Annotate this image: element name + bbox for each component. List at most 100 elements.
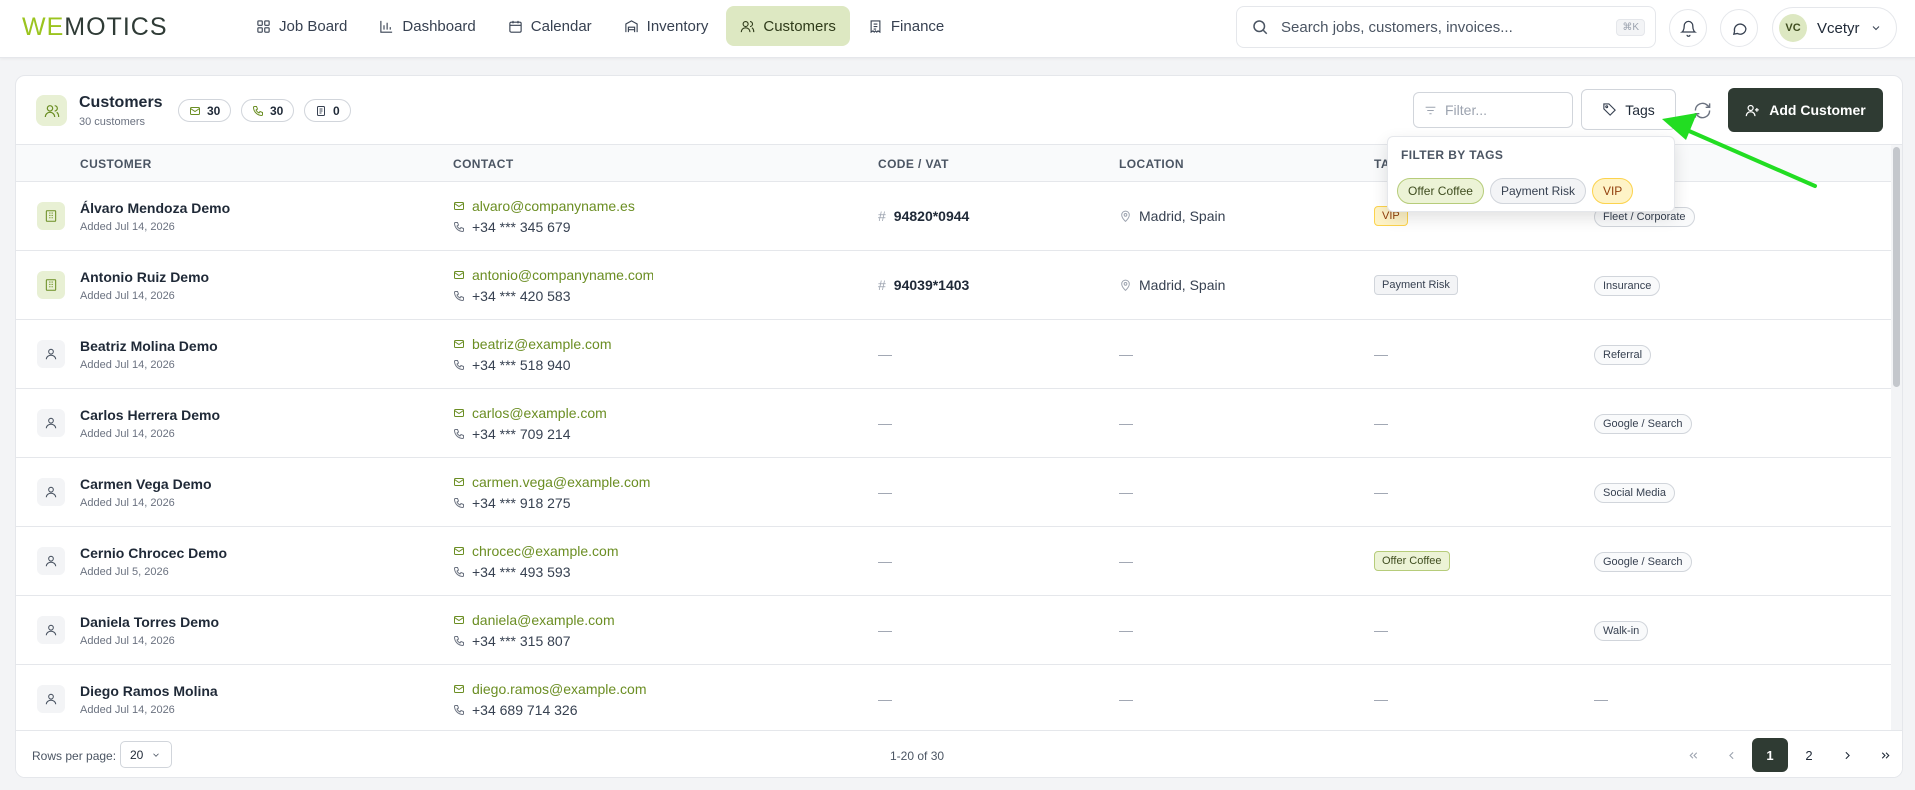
document-icon [317, 105, 325, 116]
previous-page-button[interactable] [1713, 738, 1749, 772]
customer-name[interactable]: Diego Ramos Molina [80, 683, 218, 699]
empty-code: — [878, 484, 892, 500]
customer-phone[interactable]: +34 689 714 326 [453, 702, 578, 718]
notifications-button[interactable] [1669, 9, 1707, 47]
customer-tag[interactable]: Offer Coffee [1374, 551, 1450, 571]
phone-icon [453, 567, 464, 578]
person-type-badge [37, 340, 65, 368]
customer-added-date: Added Jul 5, 2026 [80, 566, 169, 578]
nav-dashboard[interactable]: Dashboard [365, 6, 489, 46]
customer-name[interactable]: Antonio Ruiz Demo [80, 269, 209, 285]
table-row[interactable]: Carmen Vega Demo Added Jul 14, 2026 carmen… [16, 458, 1893, 527]
main-nav: Job Board Dashboard Calendar Inventory C… [242, 6, 958, 46]
search-input[interactable] [1281, 18, 1601, 36]
customer-tag[interactable]: Payment Risk [1374, 275, 1458, 295]
table-row[interactable]: Diego Ramos Molina Added Jul 14, 2026 dieg… [16, 665, 1893, 730]
customer-location: Madrid, Spain [1119, 277, 1225, 293]
global-search[interactable]: ⌘K [1236, 6, 1656, 48]
empty-location: — [1119, 415, 1133, 431]
nav-finance[interactable]: Finance [854, 6, 958, 46]
messages-button[interactable] [1720, 9, 1758, 47]
nav-job-board[interactable]: Job Board [242, 6, 361, 46]
customer-email[interactable]: chrocec@example.com [453, 543, 653, 559]
customer-email[interactable]: antonio@companyname.com [453, 267, 653, 283]
tag-option-vip[interactable]: VIP [1591, 178, 1634, 204]
filter-box[interactable] [1413, 92, 1573, 128]
customer-name[interactable]: Beatriz Molina Demo [80, 338, 218, 354]
tag-icon [1603, 103, 1617, 116]
avatar: VC [1779, 14, 1807, 42]
customer-email[interactable]: daniela@example.com [453, 612, 653, 628]
empty-location: — [1119, 346, 1133, 362]
customer-name[interactable]: Carlos Herrera Demo [80, 407, 220, 423]
phone-count-badge[interactable]: 30 [241, 99, 295, 122]
nav-calendar[interactable]: Calendar [494, 6, 606, 46]
customer-email[interactable]: diego.ramos@example.com [453, 681, 653, 697]
empty-location: — [1119, 691, 1133, 707]
mail-icon [190, 106, 200, 115]
bar-chart-icon [380, 20, 393, 33]
tags-filter-button[interactable]: Tags [1581, 89, 1676, 130]
first-page-button[interactable] [1675, 738, 1711, 772]
app-logo[interactable]: WEMOTICS [22, 13, 168, 42]
customer-phone[interactable]: +34 *** 518 940 [453, 357, 570, 373]
tag-option-payment-risk[interactable]: Payment Risk [1489, 178, 1586, 204]
column-header-customer[interactable]: CUSTOMER [80, 157, 152, 171]
user-menu[interactable]: VC Vcetyr [1772, 7, 1897, 49]
page-button-2[interactable]: 2 [1791, 738, 1827, 772]
user-icon [45, 555, 57, 567]
phone-icon [453, 636, 464, 647]
customer-phone[interactable]: +34 *** 918 275 [453, 495, 570, 511]
filter-input[interactable] [1445, 102, 1565, 118]
customer-phone[interactable]: +34 *** 345 679 [453, 219, 570, 235]
column-header-contact[interactable]: CONTACT [453, 157, 514, 171]
customer-email[interactable]: beatriz@example.com [453, 336, 653, 352]
customer-source: Google / Search [1594, 552, 1692, 572]
table-row[interactable]: Beatriz Molina Demo Added Jul 14, 2026 bea… [16, 320, 1893, 389]
person-type-badge [37, 478, 65, 506]
empty-location: — [1119, 484, 1133, 500]
column-header-location[interactable]: LOCATION [1119, 157, 1184, 171]
customer-added-date: Added Jul 14, 2026 [80, 635, 175, 647]
table-row[interactable]: Cernio Chrocec Demo Added Jul 5, 2026 chro… [16, 527, 1893, 596]
nav-inventory[interactable]: Inventory [610, 6, 723, 46]
company-type-badge [37, 271, 65, 299]
table-scrollbar[interactable] [1891, 145, 1902, 730]
customer-phone[interactable]: +34 *** 315 807 [453, 633, 570, 649]
customer-name[interactable]: Álvaro Mendoza Demo [80, 200, 230, 216]
table-row[interactable]: Carlos Herrera Demo Added Jul 14, 2026 car… [16, 389, 1893, 458]
refresh-button[interactable] [1690, 98, 1714, 122]
nav-customers[interactable]: Customers [726, 6, 850, 46]
email-count-badge[interactable]: 30 [178, 99, 232, 122]
customer-email[interactable]: carmen.vega@example.com [453, 474, 653, 490]
customer-email[interactable]: carlos@example.com [453, 405, 653, 421]
table-row[interactable]: Daniela Torres Demo Added Jul 14, 2026 dan… [16, 596, 1893, 665]
customer-name[interactable]: Daniela Torres Demo [80, 614, 219, 630]
table-row[interactable]: Antonio Ruiz Demo Added Jul 14, 2026 anton… [16, 251, 1893, 320]
customer-email[interactable]: alvaro@companyname.es [453, 198, 653, 214]
search-shortcut: ⌘K [1616, 19, 1645, 36]
empty-tag: — [1374, 346, 1388, 362]
page-button-1[interactable]: 1 [1752, 738, 1788, 772]
refresh-icon [1694, 102, 1710, 118]
add-customer-button[interactable]: Add Customer [1728, 88, 1883, 132]
customer-phone[interactable]: +34 *** 493 593 [453, 564, 570, 580]
user-icon [45, 693, 57, 705]
filter-lines-icon [1425, 106, 1436, 114]
scroll-thumb[interactable] [1893, 147, 1900, 387]
customer-source: Walk-in [1594, 621, 1649, 641]
customer-phone[interactable]: +34 *** 709 214 [453, 426, 570, 442]
rows-per-page-select[interactable]: 20 [120, 741, 172, 768]
last-page-button[interactable] [1867, 738, 1902, 772]
customer-phone[interactable]: +34 *** 420 583 [453, 288, 570, 304]
mail-icon [454, 616, 464, 624]
next-page-button[interactable] [1829, 738, 1865, 772]
user-plus-icon [1745, 104, 1760, 116]
customer-name[interactable]: Cernio Chrocec Demo [80, 545, 227, 561]
document-count-badge[interactable]: 0 [304, 99, 351, 122]
empty-code: — [878, 622, 892, 638]
column-header-code-vat[interactable]: CODE / VAT [878, 157, 949, 171]
customer-name[interactable]: Carmen Vega Demo [80, 476, 212, 492]
user-icon [45, 417, 57, 429]
tag-option-offer-coffee[interactable]: Offer Coffee [1397, 178, 1484, 204]
